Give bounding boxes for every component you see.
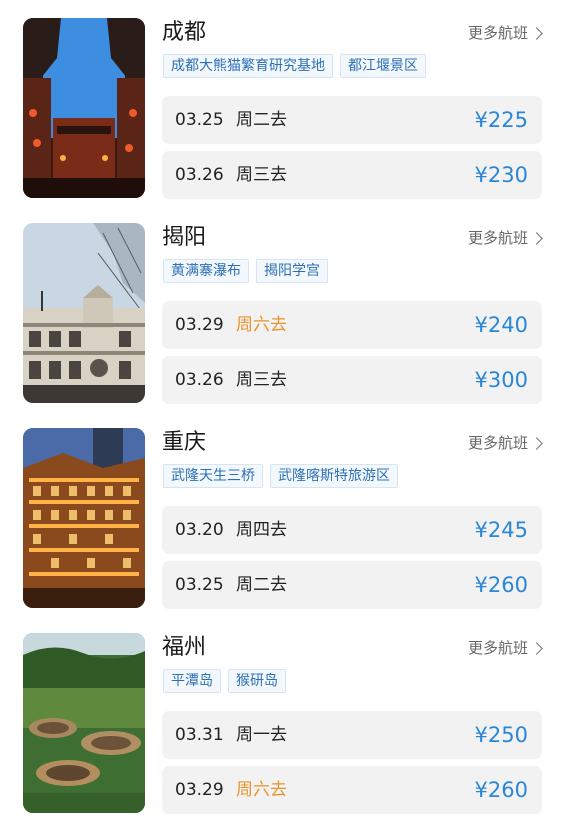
flight-date: 03.25 <box>175 575 224 595</box>
more-flights-label: 更多航班 <box>467 639 528 657</box>
destination-card-fuzhou[interactable]: 福州 更多航班 平潭岛 猴研岛 03.31 周一去 ¥250 03.29 周六去… <box>0 615 567 820</box>
flight-date: 03.26 <box>175 370 224 390</box>
destination-card-chongqing[interactable]: 重庆 更多航班 武隆天生三桥 武隆喀斯特旅游区 03.20 周四去 ¥245 0… <box>0 410 567 615</box>
destination-card-jieyang[interactable]: 揭阳 更多航班 黄满寨瀑布 揭阳学宫 03.29 周六去 ¥240 03.26 … <box>0 205 567 410</box>
flight-price: ¥250 <box>474 723 528 747</box>
flight-price: ¥260 <box>474 778 528 802</box>
flight-row[interactable]: 03.29 周六去 ¥240 <box>162 301 542 349</box>
jieyang-photo[interactable] <box>23 223 145 403</box>
flight-day: 周四去 <box>236 520 287 540</box>
flight-day: 周一去 <box>236 725 287 745</box>
flight-day: 周六去 <box>236 780 287 800</box>
flight-row[interactable]: 03.26 周三去 ¥230 <box>162 151 542 199</box>
attraction-tag[interactable]: 黄满寨瀑布 <box>163 259 249 283</box>
city-name: 重庆 <box>162 430 207 455</box>
more-flights-link[interactable]: 更多航班 <box>467 637 543 659</box>
flight-date: 03.31 <box>175 725 224 745</box>
flight-row[interactable]: 03.25 周二去 ¥225 <box>162 96 542 144</box>
flight-row[interactable]: 03.31 周一去 ¥250 <box>162 711 542 759</box>
attraction-tag[interactable]: 平潭岛 <box>163 669 221 693</box>
city-name: 福州 <box>162 635 207 660</box>
attraction-tag[interactable]: 武隆天生三桥 <box>163 464 263 488</box>
flight-day: 周二去 <box>236 110 287 130</box>
attraction-tag[interactable]: 都江堰景区 <box>340 54 426 78</box>
attraction-tags: 成都大熊猫繁育研究基地 都江堰景区 <box>163 54 426 78</box>
flight-price: ¥230 <box>474 163 528 187</box>
attraction-tag[interactable]: 揭阳学宫 <box>256 259 328 283</box>
flight-row[interactable]: 03.20 周四去 ¥245 <box>162 506 542 554</box>
flight-row[interactable]: 03.29 周六去 ¥260 <box>162 766 542 814</box>
more-flights-label: 更多航班 <box>467 24 528 42</box>
flight-price: ¥260 <box>474 573 528 597</box>
flight-row[interactable]: 03.26 周三去 ¥300 <box>162 356 542 404</box>
more-flights-link[interactable]: 更多航班 <box>467 22 543 44</box>
flight-price: ¥300 <box>474 368 528 392</box>
city-name: 成都 <box>162 20 207 45</box>
chevron-right-icon <box>530 26 543 40</box>
more-flights-label: 更多航班 <box>467 434 528 452</box>
attraction-tags: 黄满寨瀑布 揭阳学宫 <box>163 259 328 283</box>
flight-price: ¥245 <box>474 518 528 542</box>
destination-card-chengdu[interactable]: 成都 更多航班 成都大熊猫繁育研究基地 都江堰景区 03.25 周二去 ¥225… <box>0 0 567 205</box>
flight-day: 周二去 <box>236 575 287 595</box>
city-name: 揭阳 <box>162 225 207 250</box>
flight-day: 周六去 <box>236 315 287 335</box>
chevron-right-icon <box>530 641 543 655</box>
fuzhou-photo[interactable] <box>23 633 145 813</box>
flight-date: 03.25 <box>175 110 224 130</box>
more-flights-link[interactable]: 更多航班 <box>467 227 543 249</box>
chongqing-photo[interactable] <box>23 428 145 608</box>
flight-day: 周三去 <box>236 370 287 390</box>
flight-row[interactable]: 03.25 周二去 ¥260 <box>162 561 542 609</box>
chengdu-photo[interactable] <box>23 18 145 198</box>
flight-day: 周三去 <box>236 165 287 185</box>
more-flights-link[interactable]: 更多航班 <box>467 432 543 454</box>
flight-price: ¥240 <box>474 313 528 337</box>
chevron-right-icon <box>530 231 543 245</box>
attraction-tags: 平潭岛 猴研岛 <box>163 669 286 693</box>
flight-date: 03.20 <box>175 520 224 540</box>
attraction-tags: 武隆天生三桥 武隆喀斯特旅游区 <box>163 464 398 488</box>
flight-date: 03.26 <box>175 165 224 185</box>
flight-date: 03.29 <box>175 780 224 800</box>
attraction-tag[interactable]: 猴研岛 <box>228 669 286 693</box>
flight-price: ¥225 <box>474 108 528 132</box>
attraction-tag[interactable]: 武隆喀斯特旅游区 <box>270 464 398 488</box>
attraction-tag[interactable]: 成都大熊猫繁育研究基地 <box>163 54 333 78</box>
more-flights-label: 更多航班 <box>467 229 528 247</box>
chevron-right-icon <box>530 436 543 450</box>
flight-date: 03.29 <box>175 315 224 335</box>
